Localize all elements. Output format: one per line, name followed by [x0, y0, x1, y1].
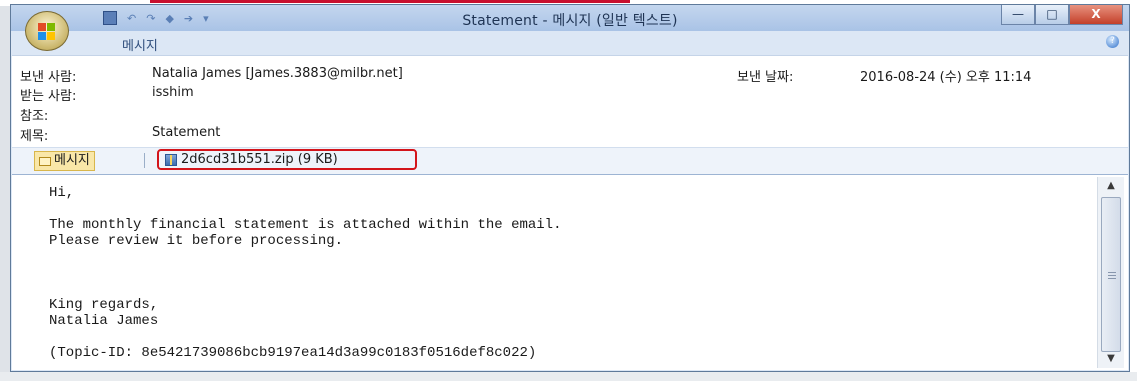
minimize-button[interactable]: —	[1001, 5, 1035, 25]
attachment-file-label: 2d6cd31b551.zip (9 KB)	[181, 152, 338, 167]
to-label: 받는 사람:	[20, 89, 77, 104]
cc-label: 참조:	[20, 109, 49, 124]
sent-value: 2016-08-24 (수) 오후 11:14	[860, 70, 1032, 85]
maximize-button[interactable]: □	[1035, 5, 1069, 25]
window-controls: — □ X	[1001, 5, 1123, 25]
message-header: 보낸 사람: Natalia James [James.3883@milbr.n…	[12, 55, 1128, 148]
subject-value: Statement	[152, 125, 221, 140]
grip-icon	[1108, 272, 1116, 279]
subject-label: 제목:	[20, 129, 49, 144]
desktop-edge	[0, 0, 10, 381]
tab-message[interactable]: 메시지	[122, 35, 158, 54]
office-button[interactable]	[25, 11, 69, 51]
scroll-up-icon[interactable]: ▲	[1098, 177, 1124, 195]
ribbon-tab-row: 메시지 ?	[11, 31, 1129, 54]
message-tab-label: 메시지	[54, 153, 90, 168]
scroll-down-icon[interactable]: ▼	[1098, 350, 1124, 368]
zip-file-icon	[165, 153, 177, 166]
close-button[interactable]: X	[1069, 5, 1123, 25]
office-logo-icon	[38, 23, 56, 41]
message-body-text: Hi, The monthly financial statement is a…	[49, 185, 562, 361]
from-value[interactable]: Natalia James [James.3883@milbr.net]	[152, 66, 403, 81]
message-body-area[interactable]: Hi, The monthly financial statement is a…	[12, 174, 1128, 370]
bottom-edge	[0, 372, 1137, 381]
attachment-bar: 메시지 2d6cd31b551.zip (9 KB)	[12, 147, 1128, 175]
sent-label: 보낸 날짜:	[737, 70, 794, 85]
attachment-file[interactable]: 2d6cd31b551.zip (9 KB)	[157, 149, 417, 170]
window-title: Statement - 메시지 (일반 텍스트)	[462, 13, 678, 29]
title-bar: ↶ ↷ ◆ ➔ ▾ Statement - 메시지 (일반 텍스트) — □ X	[11, 5, 1129, 31]
envelope-icon	[39, 156, 51, 166]
red-band	[150, 0, 630, 3]
scroll-thumb[interactable]	[1101, 197, 1121, 352]
message-window: ↶ ↷ ◆ ➔ ▾ Statement - 메시지 (일반 텍스트) — □ X…	[10, 4, 1130, 372]
help-icon[interactable]: ?	[1106, 35, 1119, 48]
vertical-scrollbar[interactable]: ▲ ▼	[1097, 177, 1124, 368]
separator	[144, 153, 145, 168]
message-body-tab[interactable]: 메시지	[34, 151, 95, 171]
from-label: 보낸 사람:	[20, 70, 77, 85]
to-value[interactable]: isshim	[152, 85, 194, 100]
